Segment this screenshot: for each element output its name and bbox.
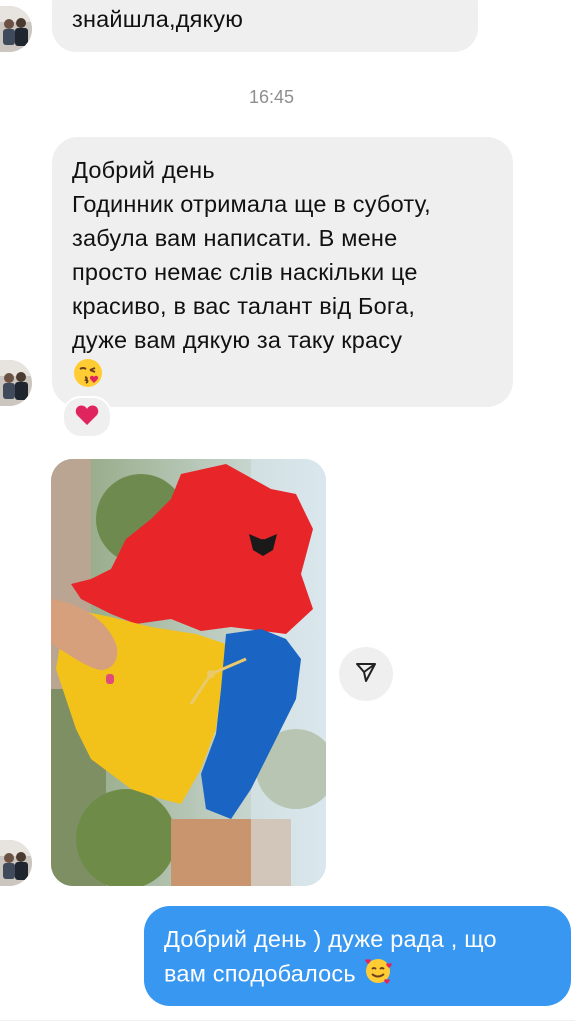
timestamp: 16:45 [248,87,295,107]
photo-message[interactable] [51,459,326,886]
message-line: просто немає слів наскільки це [72,259,418,285]
contact-avatar[interactable] [0,6,32,52]
paper-plane-icon [355,661,377,688]
message-line: красиво, в вас талант від Бога, [72,293,416,319]
message-line: Добрий день [72,157,215,183]
share-button[interactable] [339,647,393,701]
kissing-face-with-heart-emoji [72,357,104,398]
message-line: Годинник отримала ще в суботу, [72,191,431,217]
divider [0,1020,575,1021]
message-text: Добрий день Годинник отримала ще в субот… [72,153,431,391]
contact-avatar[interactable] [0,840,32,886]
message-line: вам сподобалось [164,956,497,995]
message-bubble-outgoing[interactable]: Добрий день ) дуже рада , що вам сподоба… [144,906,571,1006]
chat-screen: знайшла,дякую 16:45 Добрий день Годинник… [0,0,575,1023]
clock-photo-image [51,459,326,886]
red-heart-icon [75,404,99,431]
message-text: Добрий день ) дуже рада , що вам сподоба… [164,923,497,995]
message-bubble-incoming[interactable]: Добрий день Годинник отримала ще в субот… [52,137,513,407]
reaction-badge[interactable] [62,396,112,438]
message-line: дуже вам дякую за таку красу [72,327,403,353]
message-line-text: вам сподобалось [164,960,356,987]
contact-avatar[interactable] [0,360,32,406]
message-text: знайшла,дякую [72,6,244,32]
smiling-face-with-hearts-emoji [363,956,393,995]
message-line: забула вам написати. В мене [72,225,398,251]
message-line: Добрий день ) дуже рада , що [164,926,497,952]
message-bubble-incoming[interactable]: знайшла,дякую [52,0,478,52]
